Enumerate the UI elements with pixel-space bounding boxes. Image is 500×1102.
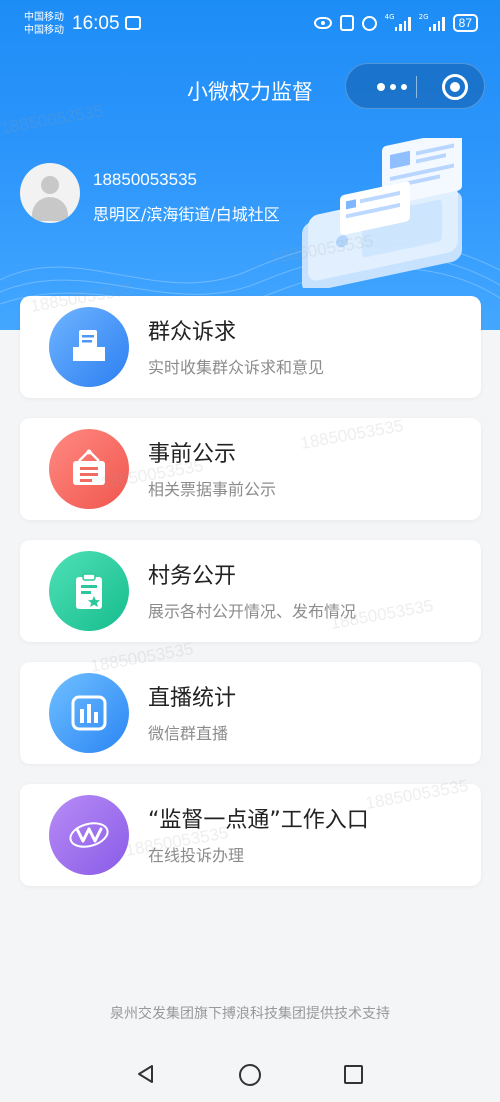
card-subtitle: 在线投诉办理 (148, 846, 245, 865)
card-subtitle: 展示各村公开情况、发布情况 (148, 602, 357, 621)
icon-badge (49, 673, 129, 753)
menu-card-live-stats[interactable]: 直播统计 微信群直播 (20, 662, 481, 764)
signal-icon: 2G (419, 13, 445, 31)
battery-indicator: 87 (452, 14, 478, 32)
system-nav-bar (0, 1048, 500, 1102)
more-options-button[interactable] (368, 77, 416, 97)
icon-badge (49, 551, 129, 631)
icon-badge (49, 795, 129, 875)
card-subtitle: 实时收集群众诉求和意见 (148, 358, 325, 377)
notice-board-icon (73, 449, 105, 485)
inbox-document-icon (73, 330, 105, 361)
card-subtitle: 微信群直播 (148, 724, 229, 743)
home-icon[interactable] (239, 1064, 261, 1086)
card-subtitle: 相关票据事前公示 (148, 480, 277, 499)
menu-card-advance-notice[interactable]: 事前公示 相关票据事前公示 (20, 418, 481, 520)
user-address: 思明区/滨海街道/白城社区 (93, 205, 280, 224)
brand-logo-icon (69, 822, 109, 848)
status-bar: 中国移动 中国移动 16:05 4G 2G 87 (0, 0, 500, 50)
message-icon (125, 16, 141, 30)
card-title: 事前公示 (148, 442, 237, 467)
menu-card-public-appeals[interactable]: 群众诉求 实时收集群众诉求和意见 (20, 296, 481, 398)
phone-documents-illustration (302, 138, 462, 288)
card-title: 群众诉求 (148, 320, 237, 345)
status-time: 16:05 (72, 13, 120, 34)
clipboard-star-icon (76, 573, 102, 609)
bar-chart-icon (71, 695, 107, 731)
user-phone: 18850053535 (93, 170, 198, 189)
icon-badge (49, 307, 129, 387)
signal-icon: 4G (385, 13, 411, 31)
card-title: 村务公开 (148, 564, 237, 589)
back-icon[interactable] (134, 1062, 158, 1086)
icon-badge (49, 429, 129, 509)
carrier-label: 中国移动 中国移动 (24, 12, 64, 36)
card-title: “监督一点通”工作入口 (148, 808, 369, 833)
menu-card-village-affairs[interactable]: 村务公开 展示各村公开情况、发布情况 (20, 540, 481, 642)
menu-card-supervision-entry[interactable]: “监督一点通”工作入口 在线投诉办理 (20, 784, 481, 886)
capsule-divider (416, 76, 417, 98)
miniprogram-capsule (345, 63, 485, 109)
nfc-icon (339, 15, 354, 31)
alarm-icon (361, 15, 377, 31)
eye-icon (313, 17, 332, 29)
close-miniprogram-button[interactable] (442, 74, 468, 100)
avatar[interactable] (20, 163, 80, 223)
recent-apps-icon[interactable] (344, 1065, 363, 1084)
card-title: 直播统计 (148, 686, 237, 711)
footer-credit: 泉州交发集团旗下搏浪科技集团提供技术支持 (110, 1006, 390, 1022)
